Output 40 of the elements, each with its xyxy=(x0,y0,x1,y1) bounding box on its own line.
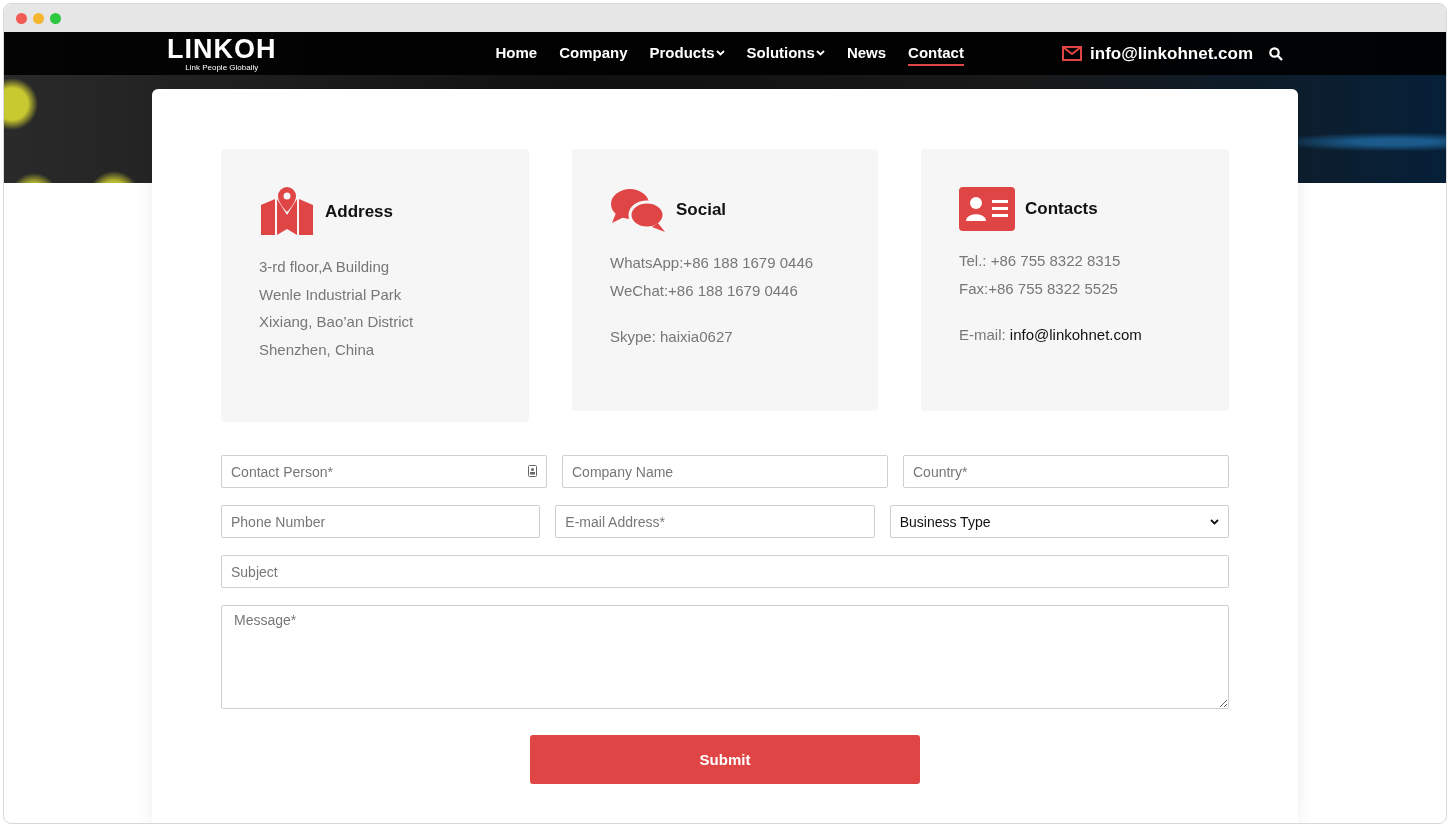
contact-card-icon xyxy=(959,187,1015,231)
info-line: Xixiang, Bao’an District xyxy=(259,312,415,332)
nav-link[interactable]: Home xyxy=(495,41,538,66)
search-icon[interactable] xyxy=(1269,46,1283,61)
nav-link[interactable]: Products xyxy=(649,41,725,66)
info-line: Shenzhen, China xyxy=(259,339,376,360)
message-field[interactable]: Message* xyxy=(221,605,1229,709)
card-title: Social xyxy=(676,200,727,220)
nav-link[interactable]: Contact xyxy=(908,41,964,66)
email-link[interactable]: info@linkohnet.com xyxy=(1090,43,1253,64)
info-line: Skype: haixia0627 xyxy=(610,327,734,347)
info-line: Fax:+86 755 8322 5525 xyxy=(959,278,1119,299)
submit-button[interactable]: Submit xyxy=(530,735,920,784)
info-line: WeChat:+86 188 1679 0446 xyxy=(610,280,799,301)
map-pin-icon xyxy=(259,187,315,237)
dropdown-field[interactable]: Business Type xyxy=(889,505,1229,538)
info-line: Tel.: +86 755 8322 8315 xyxy=(959,251,1122,271)
logo[interactable]: LINKOH Link People Globally xyxy=(167,35,277,72)
minimize-window-icon[interactable] xyxy=(33,12,44,24)
input-field[interactable]: Subject xyxy=(221,555,1229,588)
email-link[interactable]: info@linkohnet.com xyxy=(1009,326,1142,343)
input-field[interactable]: Country* xyxy=(903,455,1229,488)
close-window-icon[interactable] xyxy=(16,12,27,24)
info-line: WhatsApp:+86 188 1679 0446 xyxy=(610,253,815,273)
nav-link[interactable]: Solutions xyxy=(746,41,825,66)
maximize-window-icon[interactable] xyxy=(50,12,61,24)
info-line: Wenle Industrial Park xyxy=(259,284,403,305)
info-line: E-mail: info@linkohnet.com xyxy=(959,325,1143,345)
input-field[interactable]: Company Name xyxy=(562,455,888,488)
input-field[interactable]: Phone Number xyxy=(221,505,541,538)
nav-link[interactable]: Company xyxy=(559,41,628,66)
input-field[interactable]: E-mail Address* xyxy=(555,505,875,538)
chevron-down-icon xyxy=(1210,518,1219,525)
card-title: Address xyxy=(325,202,394,222)
chat-bubbles-icon xyxy=(610,187,666,233)
nav-link[interactable]: News xyxy=(846,41,887,66)
card-title: Contacts xyxy=(1025,199,1098,219)
info-line: 3-rd floor,A Building xyxy=(259,257,391,277)
envelope-icon xyxy=(1062,46,1083,61)
input-field[interactable]: Contact Person* xyxy=(221,455,547,488)
